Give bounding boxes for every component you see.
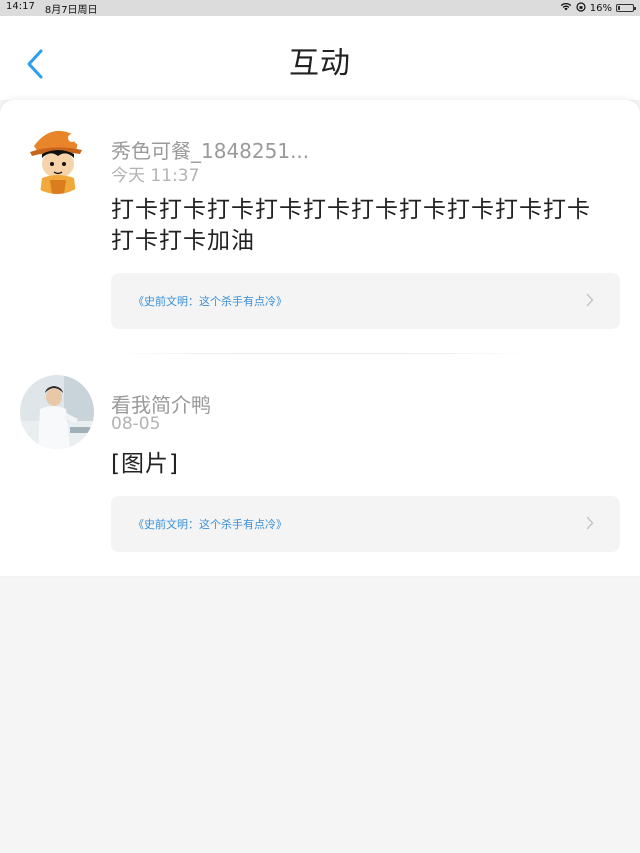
comment-text: [图片] xyxy=(111,451,179,477)
comment-text: 打卡打卡打卡打卡打卡打卡打卡打卡打卡打卡打卡打卡加油 xyxy=(111,197,591,254)
status-date: 8月7日周日 xyxy=(44,4,98,16)
user-name[interactable]: 秀色可餐_1848251... xyxy=(111,135,309,164)
battery-percent: 16% xyxy=(589,2,612,14)
book-title: 《史前文明：这个杀手有点冷》 xyxy=(133,295,287,308)
book-title: 《史前文明：这个杀手有点冷》 xyxy=(133,518,287,531)
status-time: 14:17 xyxy=(6,0,35,12)
rotation-lock-icon xyxy=(576,1,586,15)
status-bar: 14:17 8月7日周日 16% xyxy=(0,0,640,16)
avatar[interactable] xyxy=(20,375,94,449)
item-divider xyxy=(111,353,531,354)
interaction-list: 秀色可餐_1848251... 今天 11:37 打卡打卡打卡打卡打卡打卡打卡打… xyxy=(0,100,640,576)
battery-icon xyxy=(616,4,636,12)
avatar[interactable] xyxy=(20,120,94,194)
timestamp: 今天 11:37 xyxy=(111,166,200,186)
chevron-left-icon xyxy=(27,49,43,79)
book-reference-link[interactable]: 《史前文明：这个杀手有点冷》 xyxy=(111,273,620,329)
wifi-icon xyxy=(560,2,572,14)
nav-header: 互动 xyxy=(0,16,640,100)
chevron-right-icon xyxy=(586,516,594,530)
book-reference-link[interactable]: 《史前文明：这个杀手有点冷》 xyxy=(111,496,620,552)
timestamp: 08-05 xyxy=(111,414,161,434)
chevron-right-icon xyxy=(586,293,594,307)
page-title: 互动 xyxy=(289,46,351,81)
back-button[interactable] xyxy=(22,46,48,82)
